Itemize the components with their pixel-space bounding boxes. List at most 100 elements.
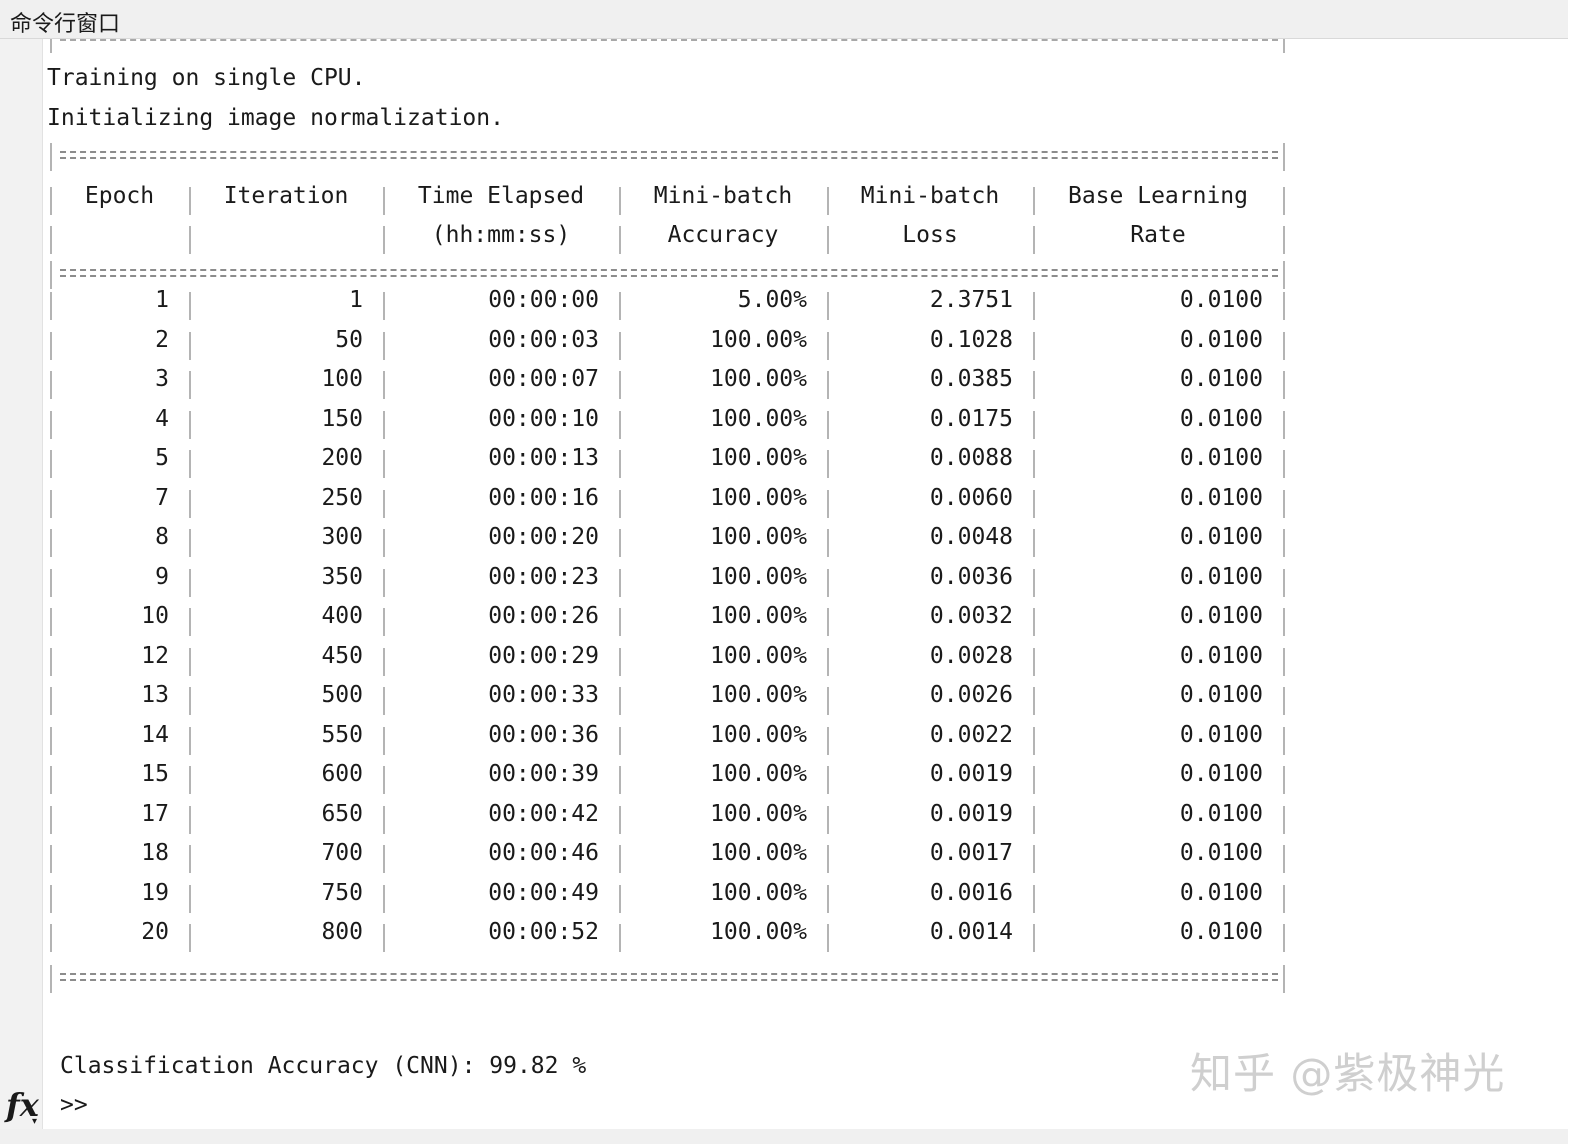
border-bar xyxy=(50,39,52,53)
cell-iteration: 150 xyxy=(321,405,363,432)
column-divider xyxy=(827,529,829,557)
cell-iteration: 450 xyxy=(321,642,363,669)
cell-iteration: 750 xyxy=(321,879,363,906)
column-divider xyxy=(827,226,829,254)
column-divider xyxy=(1283,410,1285,439)
column-divider xyxy=(1033,292,1035,320)
fx-icon[interactable]: fx ▾ xyxy=(6,1086,39,1127)
column-divider xyxy=(189,766,191,794)
column-divider xyxy=(383,371,385,399)
column-divider xyxy=(383,529,385,557)
column-divider xyxy=(827,331,829,360)
cell-loss: 0.0036 xyxy=(929,563,1013,590)
column-divider xyxy=(50,292,52,320)
column-divider xyxy=(383,687,385,715)
column-divider xyxy=(1283,187,1285,215)
column-divider xyxy=(383,805,385,834)
column-divider xyxy=(827,726,829,755)
column-divider xyxy=(1283,845,1285,873)
cell-epoch: 1 xyxy=(155,287,169,313)
cell-accuracy: 100.00% xyxy=(710,919,807,945)
cell-accuracy: 100.00% xyxy=(710,524,807,550)
column-divider xyxy=(383,726,385,755)
column-divider xyxy=(189,924,191,952)
cell-loss: 0.0088 xyxy=(929,445,1013,471)
column-divider xyxy=(619,529,621,557)
column-divider xyxy=(1033,726,1035,755)
column-header-learning-rate: Base Learning xyxy=(1067,183,1248,209)
column-divider xyxy=(619,647,621,676)
cell-learning-rate: 0.0100 xyxy=(1179,563,1263,590)
column-divider xyxy=(189,226,191,254)
cell-learning-rate: 0.0100 xyxy=(1179,721,1263,748)
cell-accuracy: 100.00% xyxy=(710,682,807,708)
cell-time-elapsed: 00:00:20 xyxy=(488,524,599,550)
column-divider xyxy=(189,450,191,478)
column-divider xyxy=(189,489,191,518)
column-divider xyxy=(1283,608,1285,636)
cell-iteration: 350 xyxy=(321,563,363,590)
column-divider xyxy=(619,687,621,715)
border-bar xyxy=(1283,39,1285,53)
cell-epoch: 2 xyxy=(155,326,169,353)
column-divider xyxy=(1283,687,1285,715)
column-divider xyxy=(1283,226,1285,254)
column-divider xyxy=(50,529,52,557)
cell-learning-rate: 0.0100 xyxy=(1179,879,1263,906)
column-divider xyxy=(50,884,52,913)
column-divider xyxy=(1033,410,1035,439)
cell-loss: 0.0014 xyxy=(929,919,1013,945)
cell-epoch: 7 xyxy=(155,484,169,511)
cell-learning-rate: 0.0100 xyxy=(1179,445,1263,471)
cell-epoch: 4 xyxy=(155,405,169,432)
cell-iteration: 650 xyxy=(321,800,363,827)
column-divider xyxy=(827,647,829,676)
cell-epoch: 3 xyxy=(155,366,169,392)
table-top-border xyxy=(50,39,1284,49)
column-divider xyxy=(619,331,621,360)
column-header-time-elapsed: (hh:mm:ss) xyxy=(431,222,571,248)
column-divider xyxy=(1283,884,1285,913)
column-divider xyxy=(50,187,52,215)
column-divider xyxy=(50,608,52,636)
column-divider xyxy=(1033,187,1035,215)
cell-learning-rate: 0.0100 xyxy=(1179,840,1263,866)
cell-learning-rate: 0.0100 xyxy=(1179,484,1263,511)
column-divider xyxy=(1283,489,1285,518)
column-divider xyxy=(189,331,191,360)
cell-loss: 0.0175 xyxy=(929,405,1013,432)
cell-loss: 0.0019 xyxy=(929,761,1013,787)
cell-epoch: 9 xyxy=(155,563,169,590)
column-header-learning-rate: Rate xyxy=(1130,222,1186,248)
column-divider xyxy=(383,331,385,360)
cell-time-elapsed: 00:00:00 xyxy=(488,287,599,313)
column-divider xyxy=(383,845,385,873)
column-divider xyxy=(619,608,621,636)
column-divider xyxy=(1033,608,1035,636)
cell-epoch: 5 xyxy=(155,445,169,471)
command-prompt[interactable]: >> xyxy=(60,1092,88,1118)
cell-time-elapsed: 00:00:42 xyxy=(488,800,599,827)
column-header-accuracy: Accuracy xyxy=(667,222,779,248)
cell-epoch: 14 xyxy=(141,721,169,748)
cell-iteration: 550 xyxy=(321,721,363,748)
column-divider xyxy=(619,187,621,215)
column-divider xyxy=(189,884,191,913)
cell-iteration: 400 xyxy=(321,603,363,629)
column-divider xyxy=(383,450,385,478)
cell-accuracy: 100.00% xyxy=(710,326,807,353)
cell-iteration: 300 xyxy=(321,524,363,550)
cell-time-elapsed: 00:00:23 xyxy=(488,563,599,590)
column-divider xyxy=(1033,884,1035,913)
cell-time-elapsed: 00:00:29 xyxy=(488,642,599,669)
column-divider xyxy=(619,805,621,834)
cell-time-elapsed: 00:00:16 xyxy=(488,484,599,511)
column-divider xyxy=(619,845,621,873)
column-divider xyxy=(619,371,621,399)
command-window-output[interactable]: Training on single CPU. Initializing ima… xyxy=(43,39,1568,1129)
column-divider xyxy=(189,187,191,215)
cell-accuracy: 100.00% xyxy=(710,642,807,669)
command-window-titlebar: 命令行窗口 xyxy=(0,0,1568,39)
column-divider xyxy=(50,226,52,254)
cell-iteration: 500 xyxy=(321,682,363,708)
